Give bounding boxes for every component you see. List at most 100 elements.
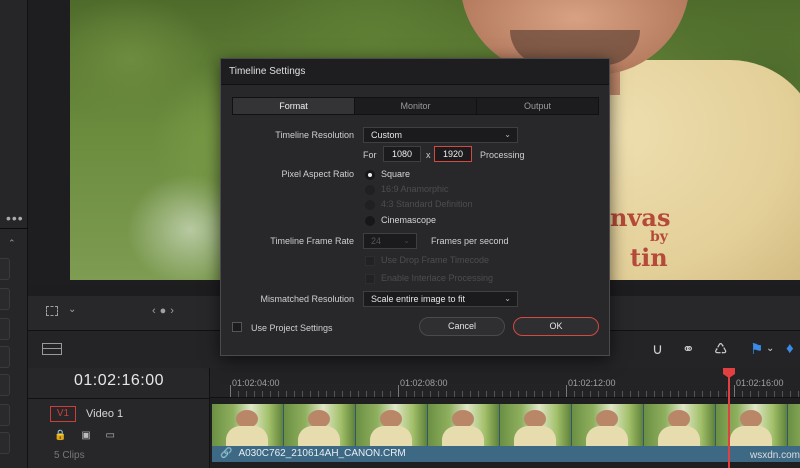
lock-icon[interactable]: ♺ [714,340,727,358]
timeline-view-icon[interactable] [42,343,62,355]
radio-square[interactable] [365,170,375,180]
side-tab[interactable] [0,346,10,368]
tab-output[interactable]: Output [477,98,598,114]
ruler-tick [510,391,511,397]
ruler-tick [302,391,303,397]
track-name[interactable]: Video 1 [86,408,123,420]
height-input[interactable]: 1920 [434,146,472,162]
lock-icon[interactable]: 🔒 [54,430,66,441]
ruler-tick [622,391,623,397]
ruler-tick [590,391,591,397]
ruler-tick [582,391,583,397]
clip-count: 5 Clips [54,450,85,461]
timeline-settings-dialog: Timeline Settings Format Monitor Output … [220,58,610,356]
chevron-down-icon[interactable]: ⌄ [68,304,76,315]
chevron-up-icon[interactable]: ⌃ [8,238,16,249]
radio-16-9-anamorphic [365,185,375,195]
ruler-tick [526,391,527,397]
clip-thumbnail [500,404,572,446]
track-divider [28,398,210,399]
timeline-ruler[interactable]: 01:02:04:00 01:02:08:00 01:02:12:00 01:0… [210,368,800,398]
ruler-tick [774,391,775,397]
processing-label: Processing [480,150,525,160]
marker-icon[interactable]: ♦ [786,340,794,357]
chevron-down-icon: ⌄ [504,294,511,303]
side-tab[interactable] [0,432,10,454]
mismatched-value: Scale entire image to fit [371,294,466,304]
ruler-tick [606,391,607,397]
video-track-area: 🔗 A030C762_210614AH_CANON.CRM [210,398,800,468]
ruler-tick [454,391,455,397]
shirt-print-line: nvas [610,203,671,232]
ruler-label: 01:02:08:00 [400,378,448,388]
tab-monitor[interactable]: Monitor [355,98,477,114]
ruler-tick [446,391,447,397]
shirt-print: nvas by tin [610,205,740,270]
ruler-tick [654,391,655,397]
side-tab[interactable] [0,374,10,396]
ruler-tick [262,391,263,397]
side-tab[interactable] [0,318,10,340]
use-project-settings-checkbox[interactable] [232,322,242,332]
timeline-resolution-value: Custom [371,130,403,140]
clip-name: A030C762_210614AH_CANON.CRM [238,448,406,459]
chevron-down-icon: ⌄ [504,130,511,139]
ruler-tick [422,391,423,397]
ruler-tick [734,385,735,397]
clip-thumbnail [428,404,500,446]
ruler-tick [718,391,719,397]
track-destination-badge[interactable]: V1 [50,406,76,422]
chevron-down-icon[interactable]: ⌄ [766,343,774,354]
tab-format[interactable]: Format [233,98,355,114]
chevron-down-icon: ⌄ [403,236,410,245]
ok-button[interactable]: OK [513,317,599,336]
ruler-tick [462,391,463,397]
ruler-tick [558,391,559,397]
width-input[interactable]: 1080 [383,146,421,162]
shirt-print-line: tin [630,242,668,272]
side-tab[interactable] [0,288,10,310]
ruler-tick [326,391,327,397]
ruler-tick [542,391,543,397]
option-square: Square [381,169,411,179]
timeline-resolution-select[interactable]: Custom ⌄ [363,127,518,143]
snapping-icon[interactable]: ∪ [652,340,663,358]
dialog-title: Timeline Settings [221,59,609,85]
flag-icon[interactable]: ⚑ [750,340,763,358]
radio-cinemascope[interactable] [365,216,375,226]
ruler-tick [670,391,671,397]
monitor-icon[interactable]: ▭ [105,430,114,441]
ruler-tick [518,391,519,397]
clip-thumbnail [644,404,716,446]
panel-divider [0,228,28,229]
current-timecode[interactable]: 01:02:16:00 [28,372,210,390]
mismatched-label: Mismatched Resolution [260,294,354,304]
clip-name-row: 🔗 A030C762_210614AH_CANON.CRM [220,448,406,459]
cancel-button[interactable]: Cancel [419,317,505,336]
ruler-label: 01:02:04:00 [232,378,280,388]
side-tab[interactable] [0,404,10,426]
clip-nav-icon[interactable]: ‹●› [152,305,178,317]
transform-icon[interactable] [46,306,58,316]
ruler-tick [638,391,639,397]
link-icon: 🔗 [220,448,233,459]
ruler-tick [630,391,631,397]
playhead[interactable] [728,372,730,468]
ruler-tick [662,391,663,397]
clip-thumbnail [572,404,644,446]
frame-rate-label: Timeline Frame Rate [270,236,354,246]
auto-select-icon[interactable]: ▣ [81,430,90,441]
side-tab[interactable] [0,258,10,280]
ruler-tick [278,391,279,397]
mismatched-select[interactable]: Scale entire image to fit ⌄ [363,291,518,307]
more-options-icon[interactable]: ••• [6,210,24,226]
linked-selection-icon[interactable]: ⚭ [682,340,695,358]
ruler-tick [382,391,383,397]
ruler-tick [310,391,311,397]
ruler-tick [726,391,727,397]
ruler-tick [766,391,767,397]
clip-thumbnails[interactable] [212,404,800,446]
option-16-9-anamorphic: 16:9 Anamorphic [381,184,449,194]
ruler-tick [414,391,415,397]
clip-label-bar[interactable]: 🔗 A030C762_210614AH_CANON.CRM [212,446,800,462]
